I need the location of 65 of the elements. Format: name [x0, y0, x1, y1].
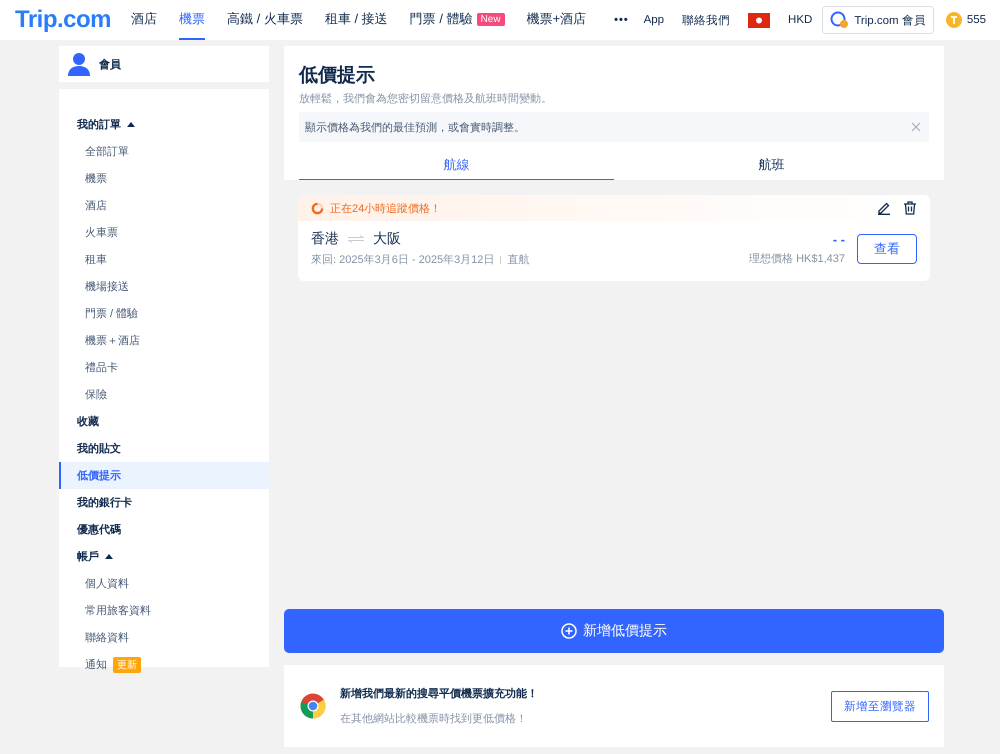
sidebar-item[interactable]: 我的貼文: [59, 435, 269, 462]
edit-icon[interactable]: [877, 201, 891, 215]
sidebar-subitem[interactable]: 酒店: [59, 192, 269, 219]
trip-dates: 來回: 2025年3月6日 - 2025年3月12日: [311, 253, 494, 267]
nav-tab[interactable]: 酒店: [131, 0, 158, 40]
flag-icon[interactable]: [748, 12, 770, 28]
avatar-icon: [830, 11, 850, 29]
browser-logo-icon: [300, 693, 326, 719]
tracking-status: 正在24小時追蹤價格！: [330, 202, 442, 216]
sidebar-item[interactable]: 收藏: [59, 408, 269, 435]
sidebar-subitem[interactable]: 租車: [59, 246, 269, 273]
new-badge: New: [476, 12, 505, 26]
member-label: 會員: [99, 58, 121, 72]
current-price: - -: [832, 232, 845, 246]
nav-tab[interactable]: 租車 / 接送: [324, 0, 388, 40]
coin-icon: [946, 12, 962, 28]
more-menu[interactable]: •••: [614, 14, 629, 26]
contact-link[interactable]: 聯絡我們: [682, 12, 730, 28]
plus-circle-icon: [561, 623, 577, 639]
user-icon: [67, 52, 91, 76]
sidebar-subitem[interactable]: 保險: [59, 381, 269, 408]
sidebar-item[interactable]: 優惠代碼: [59, 516, 269, 543]
nav-tab[interactable]: 機票+酒店: [526, 0, 586, 40]
extension-text: 在其他網站比較機票時找到更低價格！: [340, 712, 528, 726]
nav-tab[interactable]: 門票 / 體驗 New: [410, 0, 505, 40]
sidebar-subitem[interactable]: 門票 / 體驗: [59, 300, 269, 327]
sidebar-item[interactable]: 帳戶: [59, 543, 269, 570]
stops-label: 直航: [507, 252, 530, 267]
view-button[interactable]: 查看: [857, 234, 917, 264]
currency-selector[interactable]: HKD: [788, 14, 812, 26]
update-badge: 更新: [113, 656, 141, 672]
sidebar-subitem[interactable]: 機票: [59, 165, 269, 192]
sidebar-item[interactable]: 我的訂單: [59, 111, 269, 138]
tab[interactable]: 航班: [614, 156, 929, 180]
nav-tab[interactable]: 高鐵 / 火車票: [227, 0, 303, 40]
page-subtitle: 放輕鬆，我們會為您密切留意價格及航班時間變動。: [299, 92, 553, 106]
add-to-browser-button[interactable]: 新增至瀏覽器: [831, 690, 929, 722]
destination-city: 大阪: [373, 230, 401, 248]
origin-city: 香港: [311, 230, 339, 248]
nav-tab[interactable]: 機票: [179, 0, 206, 40]
sidebar-subitem[interactable]: 禮品卡: [59, 354, 269, 381]
notice-text: 顯示價格為我們的最佳預測，或會實時調整。: [305, 120, 525, 134]
target-price: 理想價格 HK$1,437: [749, 252, 845, 266]
sidebar-subitem[interactable]: 全部訂單: [59, 138, 269, 165]
points-balance[interactable]: 555: [946, 12, 986, 28]
app-link[interactable]: App: [644, 14, 664, 26]
sidebar-subitem[interactable]: 個人資料: [59, 570, 269, 597]
sidebar-subitem[interactable]: 火車票: [59, 219, 269, 246]
logo[interactable]: Trip.com: [15, 6, 112, 34]
add-alert-button[interactable]: 新增低價提示: [284, 609, 944, 653]
spinner-icon: [311, 202, 324, 214]
sidebar-subitem[interactable]: 機票＋酒店: [59, 327, 269, 354]
delete-icon[interactable]: [903, 201, 917, 215]
sidebar-subitem[interactable]: 常用旅客資料: [59, 597, 269, 624]
sidebar-item[interactable]: 低價提示: [59, 462, 269, 489]
member-card[interactable]: 會員: [59, 46, 269, 82]
sidebar-item[interactable]: 我的銀行卡: [59, 489, 269, 516]
extension-title: 新增我們最新的搜尋平價機票擴充功能！: [340, 686, 539, 701]
sidebar-subitem[interactable]: 通知 更新: [59, 651, 269, 678]
sidebar-subitem[interactable]: 聯絡資料: [59, 624, 269, 651]
round-trip-icon: [347, 235, 365, 243]
page-title: 低價提示: [299, 64, 376, 88]
member-button[interactable]: Trip.com 會員: [822, 6, 934, 34]
tab[interactable]: 航線: [299, 156, 614, 180]
sidebar-subitem[interactable]: 機場接送: [59, 273, 269, 300]
